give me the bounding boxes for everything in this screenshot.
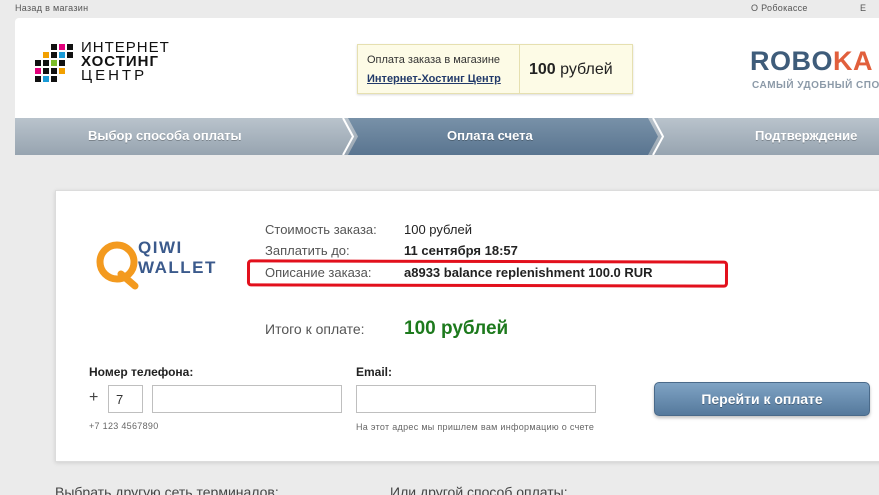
order-amount-unit: рублей	[560, 61, 613, 78]
order-cost-value: 100 рублей	[404, 222, 472, 237]
qiwi-wallet-logo-text: QIWI WALLET	[138, 238, 217, 278]
robokassa-logo: ROBOKA	[750, 46, 873, 77]
about-robokassa-link[interactable]: О Робокассе	[751, 3, 808, 13]
robokassa-logo-part1: ROBO	[750, 46, 833, 76]
phone-country-code-input[interactable]	[108, 385, 143, 413]
email-input[interactable]	[356, 385, 596, 413]
pay-until-value: 11 сентября 18:57	[404, 243, 518, 258]
robokassa-tagline: САМЫЙ УДОБНЫЙ СПО	[752, 80, 879, 91]
robokassa-logo-part2: KA	[833, 46, 873, 76]
order-summary-box: Оплата заказа в магазине Интернет-Хостин…	[357, 44, 633, 94]
phone-number-input[interactable]	[152, 385, 342, 413]
email-label: Email:	[356, 365, 393, 379]
hosting-center-logo-text: ИНТЕРНЕТ ХОСТИНГ ЦЕНТР	[81, 40, 170, 84]
back-to-shop-link[interactable]: Назад в магазин	[15, 3, 88, 13]
order-cost-label: Стоимость заказа:	[265, 222, 377, 237]
hosting-center-logo-icon	[35, 44, 77, 86]
qiwi-logo-line-2: WALLET	[138, 258, 217, 277]
step-choose-method: Выбор способа оплаты	[88, 128, 242, 143]
step-pay-invoice: Оплата счета	[447, 128, 533, 143]
other-method-link[interactable]: Или другой способ оплаты:	[390, 484, 568, 495]
proceed-to-payment-button[interactable]: Перейти к оплате	[654, 382, 870, 416]
order-shop-section: Оплата заказа в магазине Интернет-Хостин…	[358, 45, 520, 93]
step-confirmation: Подтверждение	[755, 128, 858, 143]
other-terminals-link[interactable]: Выбрать другую сеть терминалов:	[55, 484, 279, 495]
total-value: 100 рублей	[404, 318, 509, 339]
total-label: Итого к оплате:	[265, 321, 365, 337]
header: ИНТЕРНЕТ ХОСТИНГ ЦЕНТР Оплата заказа в м…	[15, 18, 879, 118]
order-caption: Оплата заказа в магазине	[367, 54, 501, 66]
phone-plus-sign: +	[89, 389, 99, 406]
qiwi-logo-line-1: QIWI	[138, 238, 183, 257]
top-bar: Назад в магазин О Робокассе Е	[0, 0, 879, 18]
phone-hint: +7 123 4567890	[89, 421, 159, 431]
order-amount-number: 100	[529, 61, 556, 78]
description-highlight-annotation	[246, 259, 729, 288]
shop-name-link[interactable]: Интернет-Хостинг Центр	[367, 73, 501, 85]
phone-label: Номер телефона:	[89, 365, 194, 379]
order-amount: 100 рублей	[529, 61, 613, 79]
progress-steps: Выбор способа оплаты Оплата счета Подтве…	[15, 118, 879, 155]
logo-line-3: ЦЕНТР	[81, 67, 148, 84]
email-hint: На этот адрес мы пришлем вам информацию …	[356, 422, 595, 432]
pay-until-label: Заплатить до:	[265, 243, 350, 258]
top-link-truncated[interactable]: Е	[860, 3, 866, 13]
